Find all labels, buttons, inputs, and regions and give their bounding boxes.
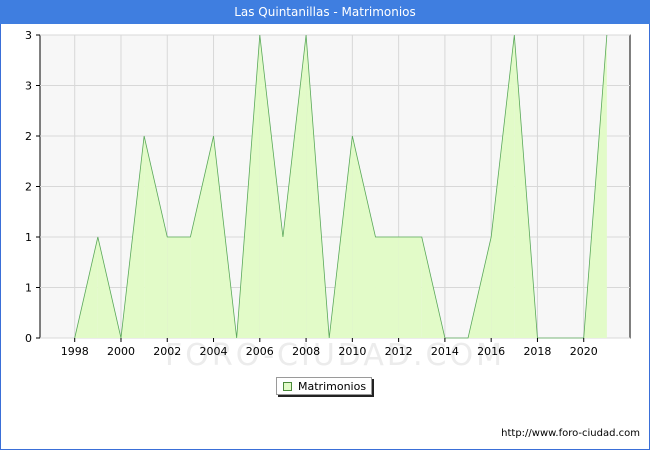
legend-swatch-icon — [283, 381, 292, 391]
x-tick-label: 2010 — [338, 345, 366, 358]
x-tick-label: 2014 — [431, 345, 459, 358]
x-tick-label: 2004 — [200, 345, 228, 358]
area-segment — [167, 237, 191, 338]
legend: Matrimonios — [276, 377, 372, 395]
x-tick-label: 2016 — [477, 345, 505, 358]
area-segment — [375, 237, 399, 338]
x-tick-label: 2008 — [292, 345, 320, 358]
y-tick-label: 3 — [25, 80, 32, 93]
y-tick-label: 3 — [25, 29, 32, 42]
y-axis: 0 1 1 2 2 3 3 — [25, 29, 40, 345]
legend-label: Matrimonios — [298, 379, 367, 393]
source-link[interactable]: http://www.foro-ciudad.com — [501, 428, 640, 439]
x-tick-label: 2000 — [107, 345, 135, 358]
x-tick-label: 1998 — [61, 345, 89, 358]
x-tick-label: 2002 — [153, 345, 181, 358]
y-tick-label: 2 — [25, 181, 32, 194]
y-tick-label: 2 — [25, 130, 32, 143]
y-tick-label: 1 — [25, 231, 32, 244]
x-tick-label: 2018 — [523, 345, 551, 358]
y-tick-label: 1 — [25, 282, 32, 295]
x-tick-label: 2020 — [570, 345, 598, 358]
x-tick-label: 2012 — [385, 345, 413, 358]
y-tick-label: 0 — [25, 332, 32, 345]
x-tick-label: 2006 — [246, 345, 274, 358]
area-segment — [398, 237, 422, 338]
